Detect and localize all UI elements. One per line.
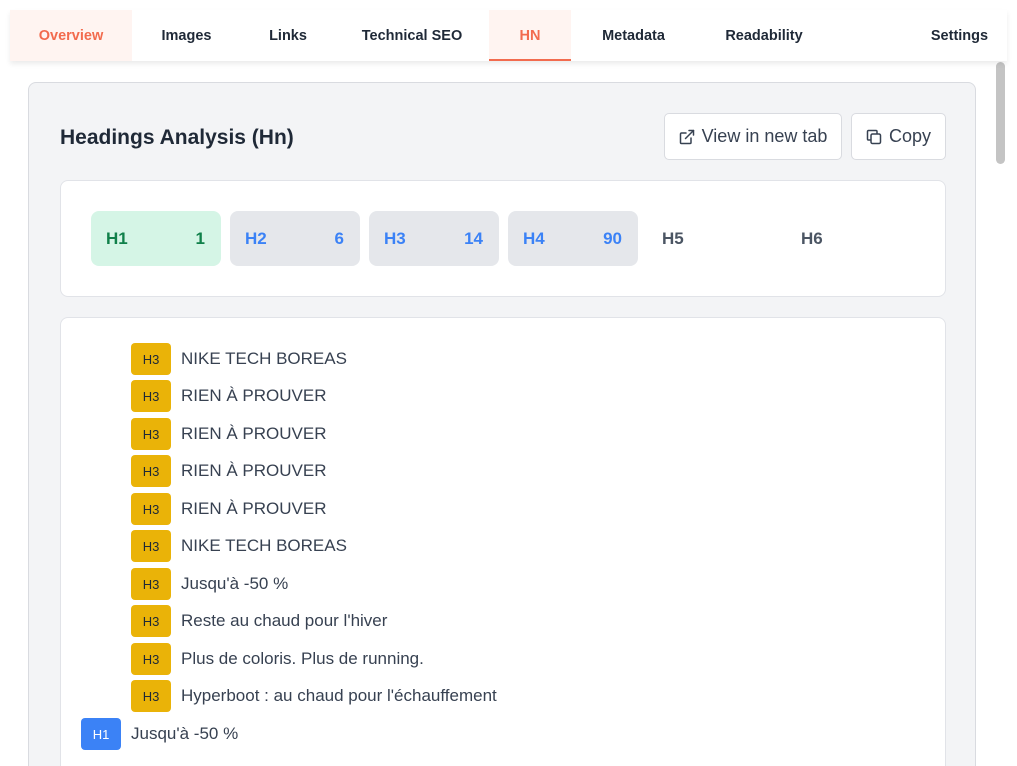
heading-text: Plus de coloris. Plus de running. — [181, 649, 424, 668]
view-in-new-tab-button[interactable]: View in new tab — [664, 113, 842, 160]
tab-readability[interactable]: Readability — [696, 10, 832, 61]
heading-tag-badge: H3 — [131, 680, 171, 712]
heading-text: Hyperboot : au chaud pour l'échauffement — [181, 686, 497, 705]
tab-links[interactable]: Links — [241, 10, 335, 61]
tab-settings[interactable]: Settings — [912, 10, 1007, 61]
list-item: H3 NIKE TECH BOREAS — [131, 343, 347, 375]
external-link-icon — [679, 129, 695, 145]
copy-button[interactable]: Copy — [851, 113, 946, 160]
list-item: H3 Jusqu'à -50 % — [131, 568, 288, 600]
count-pill-h1[interactable]: H1 1 — [91, 211, 221, 266]
heading-text: NIKE TECH BOREAS — [181, 349, 347, 368]
count-pill-value: 1 — [195, 228, 205, 248]
heading-text: NIKE TECH BOREAS — [181, 536, 347, 555]
count-pill-h4[interactable]: H4 90 — [508, 211, 638, 266]
list-item: H3 NIKE TECH BOREAS — [131, 530, 347, 562]
count-pill-h6[interactable]: H6 — [786, 211, 916, 266]
scrollbar-thumb[interactable] — [996, 62, 1005, 164]
heading-tag-badge: H3 — [131, 343, 171, 375]
heading-tag-badge: H3 — [131, 568, 171, 600]
copy-label: Copy — [888, 126, 932, 146]
heading-tag-badge: H3 — [131, 530, 171, 562]
list-item: H3 RIEN À PROUVER — [131, 418, 326, 450]
heading-text: Reste au chaud pour l'hiver — [181, 611, 388, 630]
scrollbar-track[interactable] — [994, 61, 1006, 766]
heading-counts-card: H1 1 H2 6 H3 14 H4 90 H5 H6 — [60, 180, 946, 297]
count-pill-level: H4 — [523, 228, 545, 248]
heading-tag-badge: H3 — [131, 605, 171, 637]
list-item: H1 Jusqu'à -50 % — [81, 718, 238, 750]
count-pill-level: H6 — [801, 228, 823, 248]
tab-bar: Overview Images Links Technical SEO HN M… — [10, 10, 1007, 61]
list-item: H3 Reste au chaud pour l'hiver — [131, 605, 387, 637]
heading-tag-badge: H3 — [131, 643, 171, 675]
count-pill-h5[interactable]: H5 — [647, 211, 777, 266]
tab-spacer — [832, 10, 912, 61]
heading-tag-badge: H3 — [131, 418, 171, 450]
tab-metadata[interactable]: Metadata — [571, 10, 696, 61]
tab-images[interactable]: Images — [132, 10, 241, 61]
headings-list: H3 NIKE TECH BOREAS H3 RIEN À PROUVER H3… — [60, 317, 946, 766]
count-pill-h2[interactable]: H2 6 — [230, 211, 360, 266]
copy-icon — [866, 129, 882, 145]
list-item: H3 RIEN À PROUVER — [131, 455, 326, 487]
view-in-new-tab-label: View in new tab — [701, 126, 828, 146]
list-item: H3 RIEN À PROUVER — [131, 493, 326, 525]
heading-text: Jusqu'à -50 % — [181, 574, 289, 593]
list-item: H3 Plus de coloris. Plus de running. — [131, 643, 424, 675]
heading-tag-badge: H3 — [131, 380, 171, 412]
count-pill-level: H5 — [662, 228, 684, 248]
heading-text: Jusqu'à -50 % — [131, 724, 239, 743]
list-item: H3 Hyperboot : au chaud pour l'échauffem… — [131, 680, 497, 712]
heading-text: RIEN À PROUVER — [181, 424, 327, 443]
heading-tag-badge: H3 — [131, 493, 171, 525]
heading-tag-badge: H3 — [131, 455, 171, 487]
count-pill-value: 6 — [334, 228, 344, 248]
page-title: Headings Analysis (Hn) — [60, 126, 294, 149]
tab-hn[interactable]: HN — [489, 10, 571, 61]
heading-text: RIEN À PROUVER — [181, 386, 327, 405]
list-item: H3 RIEN À PROUVER — [131, 380, 326, 412]
heading-text: RIEN À PROUVER — [181, 461, 327, 480]
count-pill-level: H1 — [106, 228, 128, 248]
count-pill-level: H3 — [384, 228, 406, 248]
count-pill-level: H2 — [245, 228, 267, 248]
count-pill-value: 14 — [464, 228, 483, 248]
headings-panel: Headings Analysis (Hn) View in new tab C… — [28, 82, 976, 766]
count-pill-value: 90 — [603, 228, 622, 248]
heading-text: RIEN À PROUVER — [181, 499, 327, 518]
heading-tag-badge: H1 — [81, 718, 121, 750]
count-pill-h3[interactable]: H3 14 — [369, 211, 499, 266]
tab-technical-seo[interactable]: Technical SEO — [335, 10, 489, 61]
tab-overview[interactable]: Overview — [10, 10, 132, 61]
